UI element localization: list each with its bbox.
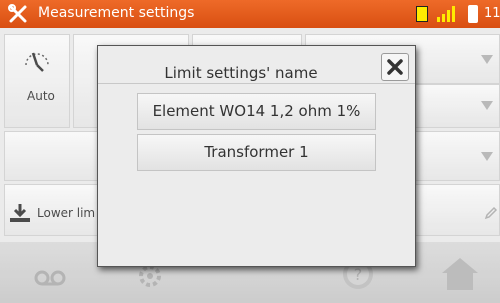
signal-icon xyxy=(437,6,455,22)
limit-option-1[interactable]: Element WO14 1,2 ohm 1% xyxy=(137,93,376,130)
usb-icon xyxy=(416,6,428,22)
limit-name-dialog: Limit settings' name Element WO14 1,2 oh… xyxy=(97,45,416,267)
dialog-divider xyxy=(98,83,415,84)
screen-title: Measurement settings xyxy=(38,5,195,21)
status-bar: Measurement settings 11:51 xyxy=(0,0,500,28)
close-icon xyxy=(387,59,403,75)
close-button[interactable] xyxy=(381,53,409,81)
tools-icon xyxy=(8,4,27,23)
limit-option-2[interactable]: Transformer 1 xyxy=(137,134,376,171)
battery-icon xyxy=(468,5,478,23)
clock: 11:51 xyxy=(484,6,500,21)
dialog-title: Limit settings' name xyxy=(164,64,318,82)
